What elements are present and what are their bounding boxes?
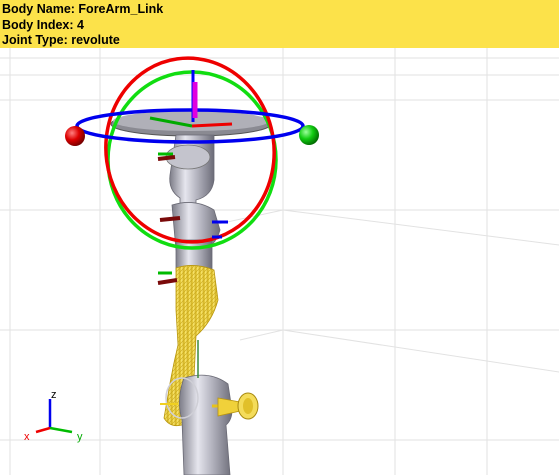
joint-type-label: Joint Type: — [2, 33, 68, 47]
triad-z-label: z — [51, 389, 57, 401]
base-flange-top — [113, 111, 269, 131]
joint-type-value: revolute — [71, 33, 120, 47]
body-name-label: Body Name: — [2, 2, 75, 16]
triad-x-label: x — [24, 431, 30, 443]
triad-x-axis — [35, 426, 51, 434]
joint-type-line: Joint Type: revolute — [2, 33, 559, 49]
rotate-handle-green[interactable] — [299, 125, 319, 145]
body-name-line: Body Name: ForeArm_Link — [2, 2, 559, 18]
triad-y-axis — [49, 426, 73, 434]
robot-arm[interactable] — [110, 111, 272, 475]
body-index-line: Body Index: 4 — [2, 18, 559, 34]
scene-grid — [0, 48, 559, 475]
rotate-handle-red[interactable] — [65, 126, 85, 146]
3d-viewport[interactable]: z x y — [0, 48, 559, 475]
triad-y-label: y — [77, 431, 83, 443]
body-index-label: Body Index: — [2, 17, 74, 32]
wrist-link — [179, 374, 233, 475]
body-index-value: 4 — [77, 17, 84, 32]
axes-triad: z x y — [24, 389, 83, 443]
body-name-value: ForeArm_Link — [78, 2, 164, 16]
body-info-panel: Body Name: ForeArm_Link Body Index: 4 Jo… — [0, 0, 559, 48]
